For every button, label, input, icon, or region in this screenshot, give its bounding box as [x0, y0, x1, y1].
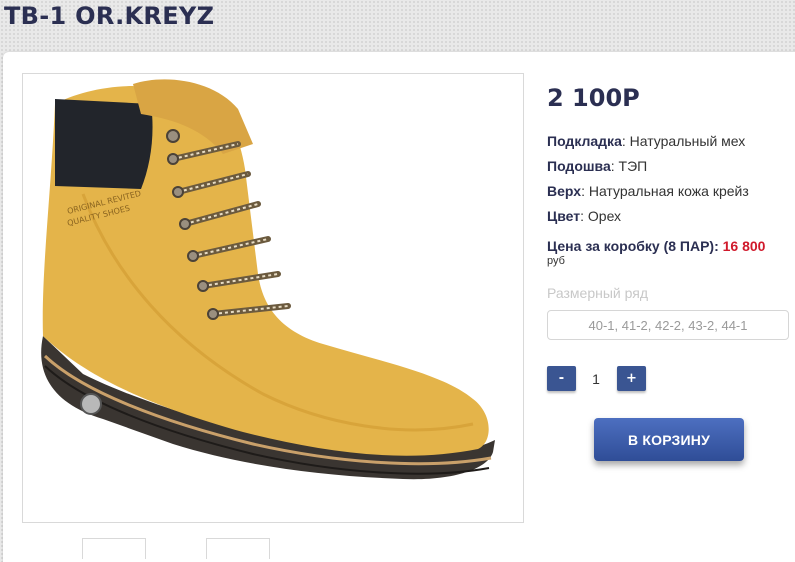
property-value: Натуральный мех: [629, 133, 746, 149]
property-lining: Подкладка: Натуральный мех: [547, 133, 746, 149]
size-row-field[interactable]: [547, 310, 789, 340]
page-title: TB-1 OR.KREYZ: [4, 2, 215, 30]
property-key: Цвет: [547, 208, 581, 224]
property-color: Цвет: Орех: [547, 208, 622, 224]
property-upper: Верх: Натуральная кожа крейз: [547, 183, 749, 199]
box-price-label: Цена за коробку (8 ПАР):: [547, 238, 719, 254]
property-key: Подкладка: [547, 133, 622, 149]
quantity-minus-button[interactable]: -: [547, 366, 576, 391]
box-price-unit: руб: [547, 255, 565, 267]
box-price-value: 16 800: [722, 238, 766, 254]
product-properties: Подкладка: Натуральный мех Подошва: ТЭП …: [547, 131, 749, 231]
property-value: Натуральная кожа крейз: [588, 183, 749, 199]
boot-illustration: ORIGINAL REVITED QUALITY SHOES: [41, 79, 495, 480]
size-row-label: Размерный ряд: [547, 285, 649, 301]
product-image[interactable]: ORIGINAL REVITED QUALITY SHOES: [22, 73, 524, 523]
property-sole: Подошва: ТЭП: [547, 158, 648, 174]
property-key: Верх: [547, 183, 582, 199]
thumbnail-2[interactable]: [206, 538, 270, 559]
property-value: Орех: [587, 208, 622, 224]
add-to-cart-button[interactable]: В КОРЗИНУ: [594, 418, 744, 461]
quantity-plus-button[interactable]: +: [617, 366, 646, 391]
property-key: Подошва: [547, 158, 611, 174]
box-price: Цена за коробку (8 ПАР): 16 800 руб: [547, 237, 765, 267]
property-value: ТЭП: [618, 158, 648, 174]
quantity-input[interactable]: [580, 366, 612, 391]
thumbnail-1[interactable]: [82, 538, 146, 559]
product-price: 2 100Р: [547, 84, 640, 112]
